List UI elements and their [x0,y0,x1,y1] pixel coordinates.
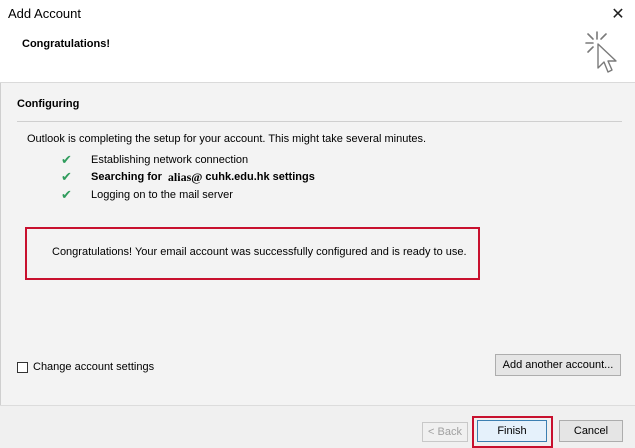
email-alias: alias@ [167,169,203,184]
checkmark-icon: ✔ [61,187,72,202]
button-bar: < Back Finish Cancel [0,405,635,448]
step-searching: ✔ Searching for alias@ cuhk.edu.hk setti… [61,169,315,185]
wizard-header: Congratulations! [0,28,635,83]
change-settings-checkbox[interactable] [17,361,28,373]
finish-button[interactable]: Finish [477,420,547,442]
intro-text: Outlook is completing the setup for your… [27,133,427,145]
cancel-button[interactable]: Cancel [559,420,623,442]
success-message-box: Congratulations! Your email account was … [25,227,480,280]
configuring-panel: Configuring Outlook is completing the se… [0,83,635,405]
close-icon[interactable]: ✕ [601,0,635,28]
section-title: Configuring [17,98,80,110]
section-divider [17,121,622,122]
success-message: Congratulations! Your email account was … [52,246,467,258]
header-title: Congratulations! [22,38,110,50]
title-bar: Add Account ✕ [0,0,635,28]
step-label: Logging on to the mail server [91,189,233,201]
step-label-prefix: Searching for [91,171,162,183]
wizard-cursor-icon [583,30,627,83]
back-button[interactable]: < Back [422,422,468,442]
change-settings-row[interactable]: Change account settings [17,361,154,373]
step-logon: ✔ Logging on to the mail server [61,187,233,203]
step-label: Establishing network connection [91,154,249,166]
step-network: ✔ Establishing network connection [61,152,248,168]
add-another-account-button[interactable]: Add another account... [495,354,621,376]
step-label-suffix: cuhk.edu.hk settings [205,171,315,183]
change-settings-label[interactable]: Change account settings [33,361,154,373]
checkmark-icon: ✔ [61,169,72,184]
checkmark-icon: ✔ [61,152,72,167]
window-title: Add Account [8,6,81,21]
